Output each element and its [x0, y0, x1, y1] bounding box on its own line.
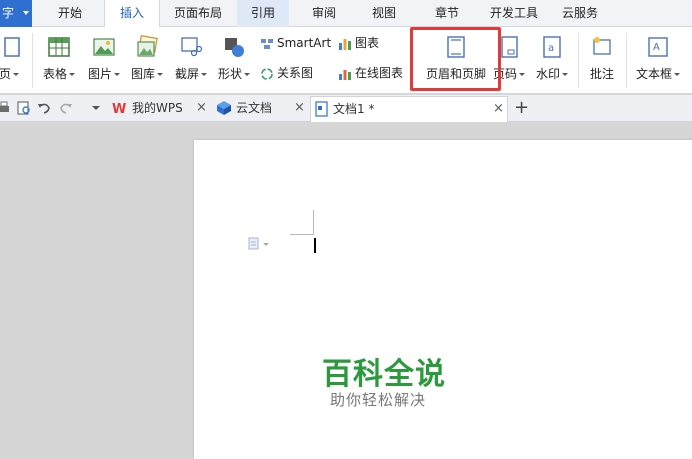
gallery-label: 图库 — [130, 67, 155, 81]
tab-start[interactable]: 开始 — [50, 0, 90, 27]
tab-developer-tools[interactable]: 开发工具 — [483, 0, 545, 27]
chevron-down-icon — [244, 73, 250, 76]
chevron-down-icon[interactable] — [88, 100, 104, 116]
tab-review[interactable]: 审阅 — [302, 0, 346, 27]
relation-chart-button[interactable]: 关系图 — [260, 63, 313, 83]
tab-cloud-docs[interactable]: 云文档 × — [214, 96, 308, 122]
document-icon — [315, 101, 328, 117]
tab-insert[interactable]: 插入 — [104, 0, 160, 28]
close-icon[interactable]: × — [493, 97, 504, 121]
svg-text:A: A — [653, 42, 660, 53]
undo-icon[interactable] — [36, 100, 52, 116]
document-tab-bar: W 我的WPS × 云文档 × 文档1 * × + — [0, 95, 692, 122]
watermark-label: 水印 — [535, 67, 560, 81]
tab-section[interactable]: 章节 — [425, 0, 469, 27]
print-preview-icon[interactable] — [16, 100, 32, 116]
bar-chart-icon — [339, 38, 351, 50]
chevron-down-icon — [157, 73, 163, 76]
screenshot-label: 截屏 — [174, 67, 199, 81]
chevron-down-icon — [519, 73, 525, 76]
picture-label: 图片 — [87, 67, 112, 81]
scissors-icon — [181, 37, 203, 57]
relation-label: 关系图 — [277, 66, 314, 80]
smartart-icon — [261, 38, 273, 49]
watermark-button[interactable]: a 水印 — [532, 27, 572, 94]
header-footer-highlight — [410, 27, 501, 91]
screenshot-button[interactable]: 截屏 — [170, 27, 212, 94]
ribbon-insert: 页 表格 图片 图库 截屏 形状 SmartArt 关系图 图表 在线图表 页眉… — [0, 27, 692, 94]
shape-label: 形状 — [217, 67, 242, 81]
chevron-down-icon — [114, 73, 120, 76]
chart-label: 图表 — [355, 36, 380, 50]
app-menu-button[interactable]: 字 — [0, 0, 32, 27]
smartart-label: SmartArt — [277, 36, 332, 50]
print-icon[interactable] — [0, 100, 12, 116]
text-cursor — [314, 238, 316, 253]
tab-view[interactable]: 视图 — [362, 0, 406, 27]
divider — [578, 33, 579, 88]
comment-label: 批注 — [589, 67, 614, 81]
gallery-button[interactable]: 图库 — [126, 27, 168, 94]
comment-icon — [593, 37, 611, 55]
tab-label: 云文档 — [236, 101, 273, 115]
chevron-down-icon — [23, 11, 29, 15]
document-page[interactable] — [194, 140, 692, 459]
chevron-down-icon — [674, 73, 680, 76]
watermark-logo-text: 百科全说 — [322, 357, 446, 392]
shape-button[interactable]: 形状 — [214, 27, 254, 94]
tab-cloud-service[interactable]: 云服务 — [556, 0, 604, 27]
app-menu-label: 字 — [2, 6, 15, 20]
textbox-icon: A — [648, 37, 668, 57]
margin-marker — [313, 210, 314, 234]
textbox-button[interactable]: A 文本框 — [632, 27, 684, 94]
tab-page-layout[interactable]: 页面布局 — [166, 0, 230, 27]
redo-icon[interactable] — [58, 100, 74, 116]
shape-icon — [225, 38, 244, 57]
watermark-icon: a — [543, 36, 561, 58]
page-label: 页 — [0, 67, 11, 81]
divider — [32, 33, 33, 88]
svg-text:a: a — [548, 43, 554, 54]
new-tab-button[interactable]: + — [514, 96, 529, 120]
document-workspace: 百科全说 助你轻松解决 — [0, 123, 692, 459]
chevron-down-icon — [562, 73, 568, 76]
table-icon — [48, 37, 70, 57]
chevron-down-icon — [69, 73, 75, 76]
chart-button[interactable]: 图表 — [338, 33, 379, 53]
tab-references[interactable]: 引用 — [237, 0, 289, 27]
close-icon[interactable]: × — [196, 96, 207, 120]
menu-bar: 字 开始 插入 页面布局 引用 审阅 视图 章节 开发工具 云服务 — [0, 0, 692, 28]
watermark-slogan: 助你轻松解决 — [330, 391, 427, 409]
tab-label: 文档1 * — [333, 102, 375, 116]
picture-icon — [93, 38, 115, 56]
paragraph-layout-icon[interactable] — [248, 237, 274, 251]
relation-icon — [261, 67, 273, 80]
chevron-down-icon — [13, 73, 19, 76]
margin-marker — [290, 234, 314, 235]
close-icon[interactable]: × — [294, 96, 305, 120]
tab-my-wps[interactable]: W 我的WPS × — [110, 96, 210, 122]
online-chart-icon — [339, 69, 351, 80]
table-button[interactable]: 表格 — [38, 27, 80, 94]
wps-logo-icon: W — [112, 102, 126, 116]
smartart-button[interactable]: SmartArt — [260, 33, 331, 53]
textbox-label: 文本框 — [635, 67, 672, 81]
picture-button[interactable]: 图片 — [84, 27, 124, 94]
cube-icon — [217, 101, 231, 115]
online-chart-label: 在线图表 — [355, 66, 404, 80]
table-label: 表格 — [42, 67, 67, 81]
gallery-icon — [137, 35, 158, 57]
page-icon — [4, 37, 20, 57]
tab-document1[interactable]: 文档1 * × — [310, 96, 508, 122]
comment-button[interactable]: 批注 — [584, 27, 620, 94]
tab-label: 我的WPS — [132, 101, 183, 115]
svg-text:W: W — [112, 102, 126, 116]
divider — [626, 33, 627, 88]
chevron-down-icon — [201, 73, 207, 76]
online-chart-button[interactable]: 在线图表 — [338, 63, 403, 83]
page-button[interactable]: 页 — [0, 27, 24, 94]
